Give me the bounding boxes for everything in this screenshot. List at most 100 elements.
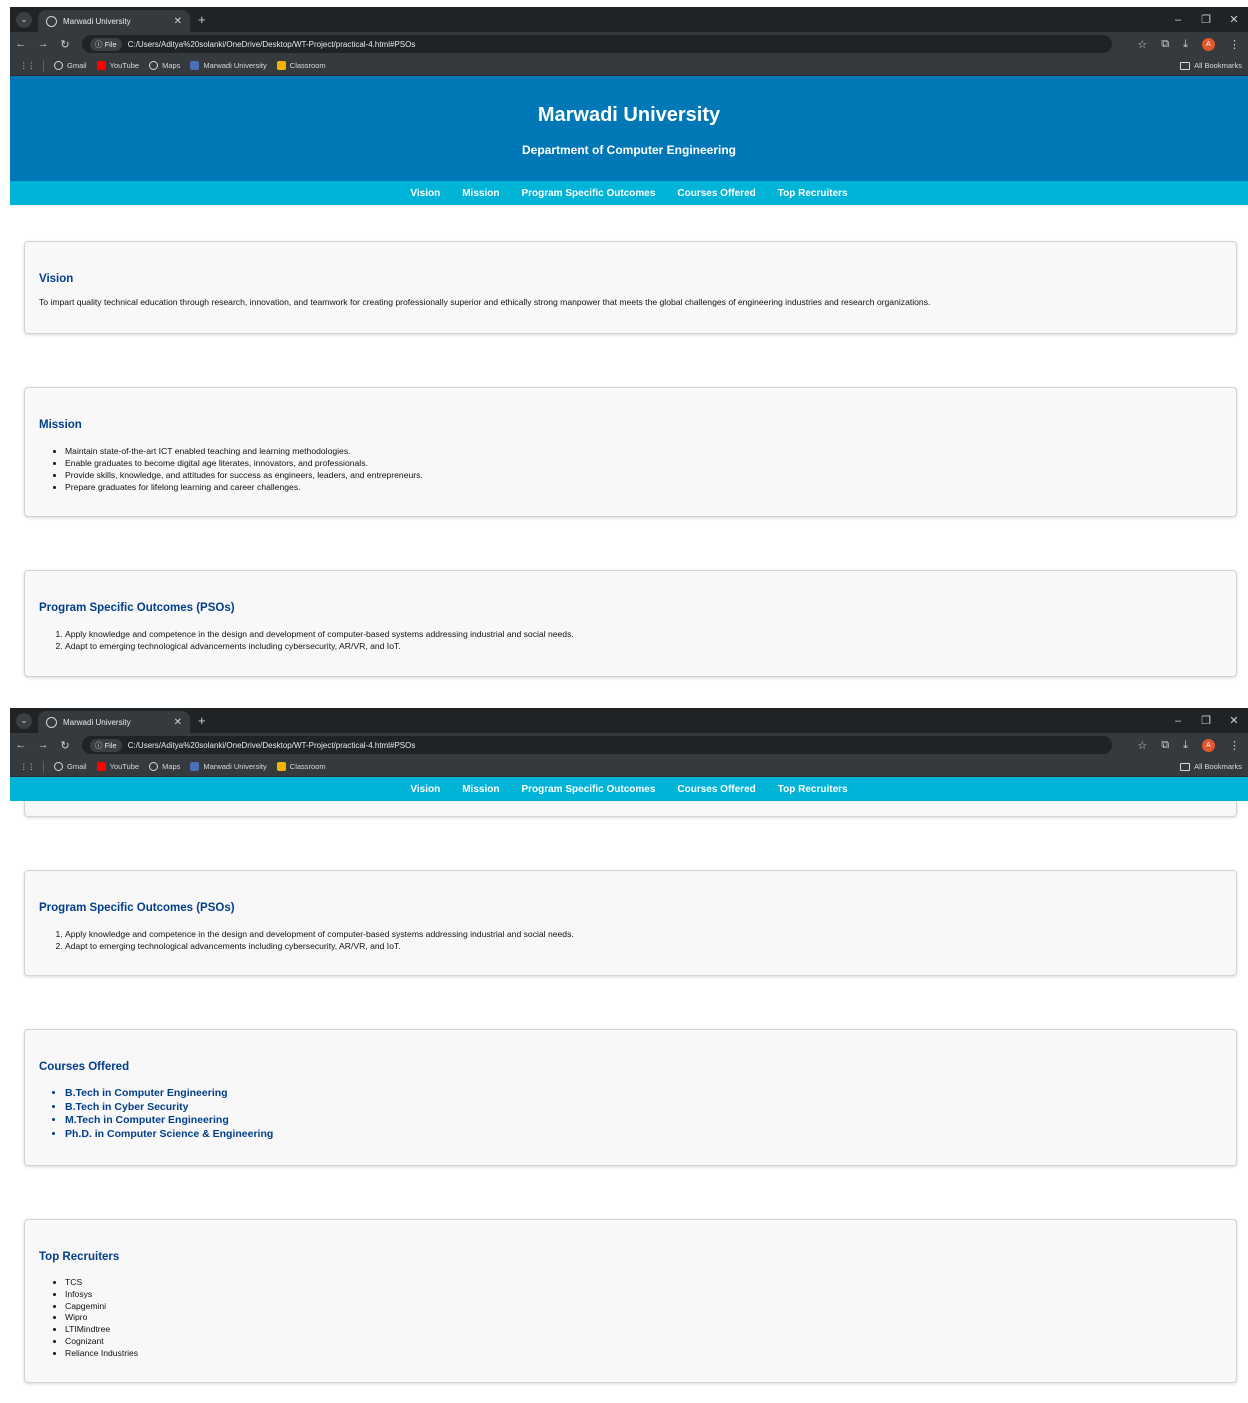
browser-tab[interactable]: Marwadi University ✕ bbox=[38, 711, 190, 733]
new-tab-icon[interactable]: + bbox=[198, 713, 206, 728]
forward-icon[interactable]: → bbox=[32, 739, 54, 751]
bookmark-star-icon[interactable]: ☆ bbox=[1137, 38, 1147, 51]
courses-section: Courses Offered B.Tech in Computer Engin… bbox=[24, 1029, 1237, 1166]
reload-icon[interactable]: ↻ bbox=[54, 739, 76, 752]
tab-title: Marwadi University bbox=[63, 16, 131, 26]
reload-icon[interactable]: ↻ bbox=[54, 38, 76, 51]
browser-window-top: ⌄ Marwadi University ✕ + – ❐ ✕ ← → ↻ ⓘ F… bbox=[10, 7, 1248, 687]
psos-section: Program Specific Outcomes (PSOs) Apply k… bbox=[24, 570, 1237, 677]
close-tab-icon[interactable]: ✕ bbox=[174, 717, 182, 728]
restore-icon[interactable]: ❐ bbox=[1192, 13, 1220, 26]
profile-avatar[interactable]: A bbox=[1202, 37, 1215, 51]
nav-link-mission[interactable]: Mission bbox=[462, 784, 499, 795]
minimize-icon[interactable]: – bbox=[1164, 14, 1192, 26]
bookmarks-bar: ⋮⋮ Gmail YouTube Maps Marwadi University… bbox=[10, 56, 1248, 76]
bookmark-gmail[interactable]: Gmail bbox=[54, 762, 87, 771]
list-item: Adapt to emerging technological advancem… bbox=[65, 940, 1222, 952]
site-info-badge[interactable]: ⓘ File bbox=[90, 37, 122, 51]
nav-link-vision[interactable]: Vision bbox=[410, 784, 440, 795]
close-window-icon[interactable]: ✕ bbox=[1220, 714, 1248, 727]
mission-section: Mission Maintain state-of-the-art ICT en… bbox=[24, 387, 1237, 517]
bookmark-marwadi[interactable]: Marwadi University bbox=[190, 61, 267, 70]
bookmark-maps[interactable]: Maps bbox=[149, 762, 180, 771]
bookmark-star-icon[interactable]: ☆ bbox=[1137, 739, 1147, 752]
forward-icon[interactable]: → bbox=[32, 38, 54, 50]
list-item: Apply knowledge and competence in the de… bbox=[65, 628, 1222, 640]
nav-link-psos[interactable]: Program Specific Outcomes bbox=[521, 188, 655, 199]
list-item: Apply knowledge and competence in the de… bbox=[65, 928, 1222, 940]
section-heading: Program Specific Outcomes (PSOs) bbox=[39, 902, 235, 914]
bookmark-youtube[interactable]: YouTube bbox=[96, 61, 139, 70]
recruiters-list: TCS Infosys Capgemini Wipro LTIMindtree … bbox=[65, 1277, 1222, 1360]
section-heading: Top Recruiters bbox=[39, 1251, 120, 1263]
back-icon[interactable]: ← bbox=[10, 739, 32, 751]
tab-search-icon[interactable]: ⌄ bbox=[16, 11, 32, 28]
site-header: Marwadi University Department of Compute… bbox=[10, 76, 1248, 181]
nav-link-recruiters[interactable]: Top Recruiters bbox=[778, 188, 848, 199]
nav-link-vision[interactable]: Vision bbox=[410, 188, 440, 199]
bookmark-marwadi[interactable]: Marwadi University bbox=[190, 762, 267, 771]
window-controls: – ❐ ✕ bbox=[1164, 708, 1248, 733]
extensions-icon[interactable]: ⧉ bbox=[1161, 739, 1169, 752]
nav-link-psos[interactable]: Program Specific Outcomes bbox=[521, 784, 655, 795]
recruiter-item: Cognizant bbox=[65, 1336, 1222, 1348]
bookmark-maps[interactable]: Maps bbox=[149, 61, 180, 70]
recruiter-item: Infosys bbox=[65, 1289, 1222, 1301]
bookmark-classroom[interactable]: Classroom bbox=[276, 762, 326, 771]
toolbar-actions: ☆ ⧉ ⤓ A ⋮ bbox=[1137, 738, 1240, 752]
back-icon[interactable]: ← bbox=[10, 38, 32, 50]
list-item: Prepare graduates for lifelong learning … bbox=[65, 481, 1222, 493]
extensions-icon[interactable]: ⧉ bbox=[1161, 38, 1169, 51]
vision-text: To impart quality technical education th… bbox=[39, 297, 931, 307]
minimize-icon[interactable]: – bbox=[1164, 715, 1192, 727]
page-subtitle: Department of Computer Engineering bbox=[521, 143, 736, 157]
new-tab-icon[interactable]: + bbox=[198, 12, 206, 27]
bookmark-gmail[interactable]: Gmail bbox=[54, 61, 87, 70]
globe-icon bbox=[46, 15, 57, 27]
bookmark-classroom[interactable]: Classroom bbox=[276, 61, 326, 70]
browser-window-scrolled: ⌄ Marwadi University ✕ + – ❐ ✕ ← → ↻ ⓘ F… bbox=[10, 708, 1248, 1403]
all-bookmarks[interactable]: All Bookmarks bbox=[1180, 762, 1242, 771]
psos-list: Apply knowledge and competence in the de… bbox=[65, 928, 1222, 952]
bookmark-youtube[interactable]: YouTube bbox=[96, 762, 139, 771]
mission-list: Maintain state-of-the-art ICT enabled te… bbox=[65, 445, 1222, 493]
course-item: B.Tech in Cyber Security bbox=[65, 1101, 1222, 1115]
restore-icon[interactable]: ❐ bbox=[1192, 714, 1220, 727]
nav-link-courses[interactable]: Courses Offered bbox=[677, 188, 755, 199]
close-tab-icon[interactable]: ✕ bbox=[174, 16, 182, 27]
list-item: Enable graduates to become digital age l… bbox=[65, 457, 1222, 469]
site-info-badge[interactable]: ⓘ File bbox=[90, 738, 122, 752]
tab-title: Marwadi University bbox=[63, 717, 131, 727]
nav-link-recruiters[interactable]: Top Recruiters bbox=[778, 784, 848, 795]
toolbar: ← → ↻ ⓘ File C:/Users/Aditya%20solanki/O… bbox=[10, 32, 1248, 56]
close-window-icon[interactable]: ✕ bbox=[1220, 13, 1248, 26]
download-icon[interactable]: ⤓ bbox=[1183, 38, 1188, 51]
vision-section: Vision To impart quality technical educa… bbox=[24, 241, 1237, 334]
all-bookmarks[interactable]: All Bookmarks bbox=[1180, 61, 1242, 70]
tab-strip: ⌄ Marwadi University ✕ + – ❐ ✕ bbox=[10, 708, 1248, 733]
list-item: Provide skills, knowledge, and attitudes… bbox=[65, 469, 1222, 481]
site-nav: Vision Mission Program Specific Outcomes… bbox=[10, 181, 1248, 205]
download-icon[interactable]: ⤓ bbox=[1183, 739, 1188, 752]
address-bar[interactable]: ⓘ File C:/Users/Aditya%20solanki/OneDriv… bbox=[82, 736, 1112, 754]
menu-icon[interactable]: ⋮ bbox=[1229, 739, 1240, 752]
tab-search-icon[interactable]: ⌄ bbox=[16, 712, 32, 729]
list-item: Maintain state-of-the-art ICT enabled te… bbox=[65, 445, 1222, 457]
tab-strip: ⌄ Marwadi University ✕ + – ❐ ✕ bbox=[10, 7, 1248, 32]
course-item: M.Tech in Computer Engineering bbox=[65, 1114, 1222, 1128]
bookmark-separator bbox=[43, 59, 44, 72]
section-heading: Program Specific Outcomes (PSOs) bbox=[39, 602, 235, 614]
nav-link-mission[interactable]: Mission bbox=[462, 188, 499, 199]
recruiters-section: Top Recruiters TCS Infosys Capgemini Wip… bbox=[24, 1219, 1237, 1383]
url-text: C:/Users/Aditya%20solanki/OneDrive/Deskt… bbox=[127, 39, 416, 49]
address-bar[interactable]: ⓘ File C:/Users/Aditya%20solanki/OneDriv… bbox=[82, 35, 1112, 53]
nav-link-courses[interactable]: Courses Offered bbox=[677, 784, 755, 795]
apps-icon[interactable]: ⋮⋮ bbox=[20, 61, 35, 70]
browser-tab[interactable]: Marwadi University ✕ bbox=[38, 10, 190, 32]
section-heading: Vision bbox=[39, 273, 74, 285]
menu-icon[interactable]: ⋮ bbox=[1229, 38, 1240, 51]
profile-avatar[interactable]: A bbox=[1202, 738, 1215, 752]
globe-icon bbox=[46, 716, 57, 728]
course-item: B.Tech in Computer Engineering bbox=[65, 1087, 1222, 1101]
apps-icon[interactable]: ⋮⋮ bbox=[20, 762, 35, 771]
